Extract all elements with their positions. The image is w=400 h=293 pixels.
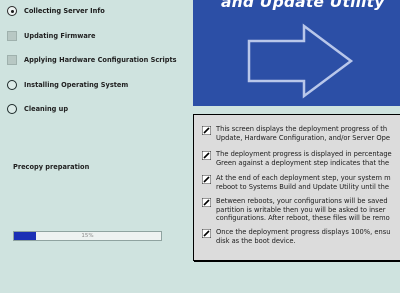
step-label: Collecting Server Info: [24, 7, 105, 15]
step-cleaning-up: Cleaning up: [7, 103, 192, 115]
step-updating-firmware: Updating Firmware: [7, 30, 192, 42]
current-task-label: Precopy preparation: [13, 163, 90, 171]
progress-bar: 15%: [13, 231, 162, 241]
info-text: Once the deployment progress displays 10…: [216, 228, 391, 245]
step-applying-hardware-configuration: Applying Hardware Configuration Scripts: [7, 54, 192, 66]
progress-percent: 15%: [81, 233, 94, 239]
info-text: The deployment progress is displayed in …: [216, 150, 392, 167]
checkbox-icon: [7, 30, 17, 41]
radio-empty-icon: [7, 79, 17, 90]
step-label: Cleaning up: [24, 105, 69, 114]
deployment-steps: Collecting Server Info Updating Firmware…: [7, 5, 192, 128]
radio-selected-icon: [7, 6, 17, 16]
step-label: Applying Hardware Configuration Scripts: [24, 56, 177, 65]
step-label: Updating Firmware: [24, 31, 96, 40]
info-text: This screen displays the deployment prog…: [216, 125, 390, 142]
step-installing-operating-system: Installing Operating System: [7, 79, 192, 91]
note-icon: [202, 198, 211, 207]
radio-empty-icon: [7, 104, 17, 115]
note-icon: [202, 175, 211, 184]
info-text: At the end of each deployment step, your…: [216, 174, 391, 191]
info-text: Between reboots, your configurations wil…: [216, 197, 390, 223]
arrow-icon: [247, 23, 354, 99]
note-icon: [202, 151, 211, 160]
checkbox-icon: [7, 55, 17, 66]
banner: and Update Utility: [193, 0, 400, 106]
step-collecting-server-info: Collecting Server Info: [7, 5, 192, 17]
step-label: Installing Operating System: [24, 80, 129, 89]
note-icon: [202, 229, 211, 238]
note-icon: [202, 126, 211, 135]
info-panel: This screen displays the deployment prog…: [193, 114, 400, 261]
